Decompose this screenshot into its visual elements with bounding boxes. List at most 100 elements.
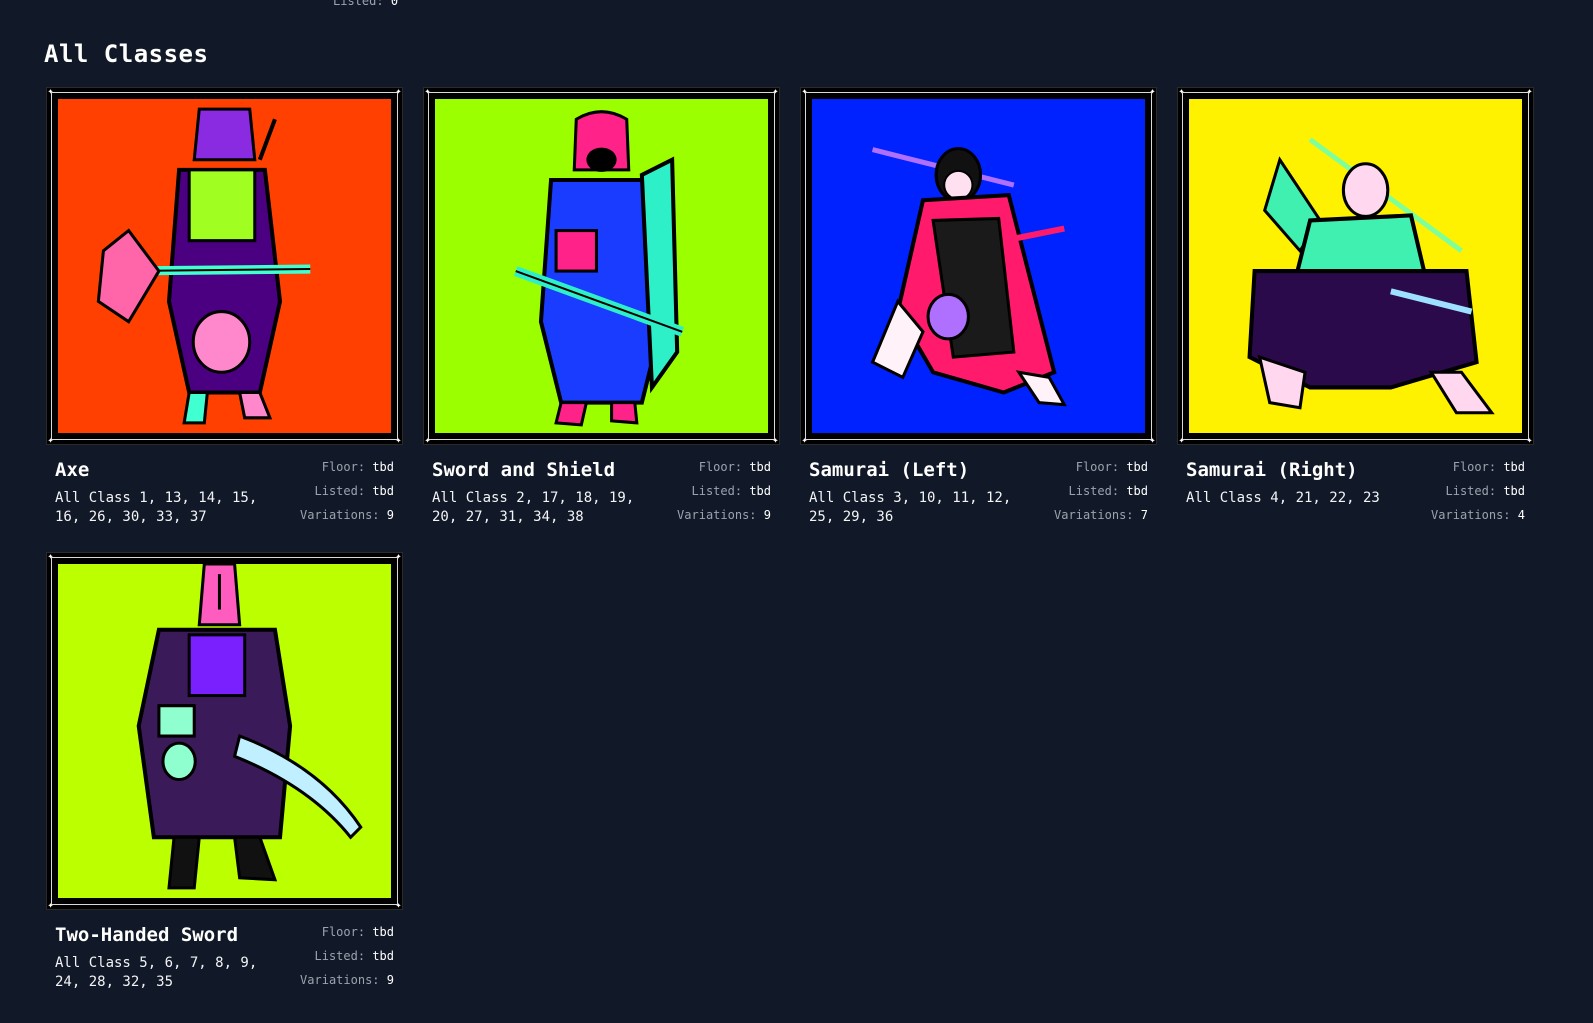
corner-sparkle-icon: ✦ bbox=[424, 435, 431, 446]
corner-sparkle-icon: ✦ bbox=[395, 86, 402, 97]
listed-label: Listed: bbox=[1445, 484, 1497, 498]
samurai-right-art bbox=[1189, 99, 1522, 433]
class-card-axe[interactable]: ✦ ✦ ✦ ✦ Axe All Class 1, 13, 14, 15, 16,… bbox=[46, 87, 403, 552]
corner-sparkle-icon: ✦ bbox=[772, 435, 779, 446]
card-info: Axe All Class 1, 13, 14, 15, 16, 26, 30,… bbox=[46, 445, 403, 545]
corner-sparkle-icon: ✦ bbox=[47, 900, 54, 911]
variations-value: 9 bbox=[386, 973, 394, 987]
corner-sparkle-icon: ✦ bbox=[1149, 435, 1156, 446]
class-card-samurai-left[interactable]: ✦ ✦ ✦ ✦ Samurai (Left) All Class 3, 10, … bbox=[800, 87, 1157, 552]
variations-value: 7 bbox=[1140, 508, 1148, 522]
class-stats: Floor: tbd Listed: tbd Variations: 9 bbox=[677, 455, 771, 527]
floor-label: Floor: bbox=[1452, 460, 1497, 474]
card-frame: ✦ ✦ ✦ ✦ bbox=[46, 551, 403, 911]
corner-sparkle-icon: ✦ bbox=[424, 86, 431, 97]
listed-label: Listed: bbox=[314, 949, 366, 963]
corner-sparkle-icon: ✦ bbox=[1178, 86, 1185, 97]
floor-stat: Floor: tbd bbox=[677, 455, 771, 479]
class-stats: Floor: tbd Listed: tbd Variations: 4 bbox=[1431, 455, 1525, 527]
card-frame: ✦ ✦ ✦ ✦ bbox=[423, 86, 780, 446]
listed-label: Listed: bbox=[314, 484, 366, 498]
samurai-left-art bbox=[812, 99, 1145, 433]
corner-sparkle-icon: ✦ bbox=[47, 86, 54, 97]
class-card-two-handed-sword[interactable]: ✦ ✦ ✦ ✦ Two-Handed Sword All Class 5, 6,… bbox=[46, 552, 403, 1017]
variations-label: Variations: bbox=[300, 508, 380, 522]
listed-stat: Listed: tbd bbox=[1054, 479, 1149, 503]
floor-value: tbd bbox=[372, 925, 394, 939]
variations-label: Variations: bbox=[1054, 508, 1134, 522]
floor-label: Floor: bbox=[321, 925, 366, 939]
floor-stat: Floor: tbd bbox=[300, 455, 394, 479]
floor-label: Floor: bbox=[698, 460, 743, 474]
corner-sparkle-icon: ✦ bbox=[1178, 435, 1185, 446]
class-description: All Class 1, 13, 14, 15, 16, 26, 30, 33,… bbox=[55, 490, 258, 525]
listed-value: tbd bbox=[749, 484, 771, 498]
listed-label: Listed: bbox=[691, 484, 743, 498]
floor-label: Floor: bbox=[321, 460, 366, 474]
variations-stat: Variations: 4 bbox=[1431, 503, 1525, 527]
class-name: Samurai (Left) bbox=[809, 459, 970, 481]
class-name: Sword and Shield bbox=[432, 459, 616, 481]
floor-value: tbd bbox=[1503, 460, 1525, 474]
listed-value: tbd bbox=[1126, 484, 1148, 498]
class-grid: ✦ ✦ ✦ ✦ Axe All Class 1, 13, 14, 15, 16,… bbox=[46, 87, 1534, 1017]
card-frame: ✦ ✦ ✦ ✦ bbox=[1177, 86, 1534, 446]
listed-stat: Listed: tbd bbox=[1431, 479, 1526, 503]
listed-label: Listed: bbox=[1068, 484, 1120, 498]
section-title: All Classes bbox=[44, 40, 209, 68]
variations-value: 9 bbox=[763, 508, 771, 522]
variations-stat: Variations: 9 bbox=[300, 503, 394, 527]
corner-sparkle-icon: ✦ bbox=[801, 86, 808, 97]
variations-stat: Variations: 9 bbox=[300, 968, 394, 992]
corner-sparkle-icon: ✦ bbox=[1526, 435, 1533, 446]
floor-label: Floor: bbox=[1075, 460, 1120, 474]
corner-sparkle-icon: ✦ bbox=[1149, 86, 1156, 97]
floor-value: tbd bbox=[372, 460, 394, 474]
corner-sparkle-icon: ✦ bbox=[1526, 86, 1533, 97]
class-description: All Class 3, 10, 11, 12, 25, 29, 36 bbox=[809, 490, 1012, 525]
class-card-samurai-right[interactable]: ✦ ✦ ✦ ✦ Samurai (Right) All Class 4, 21,… bbox=[1177, 87, 1534, 552]
variations-label: Variations: bbox=[677, 508, 757, 522]
sword-shield-warrior-art bbox=[435, 99, 768, 433]
floor-stat: Floor: tbd bbox=[1431, 455, 1525, 479]
class-name: Samurai (Right) bbox=[1186, 459, 1358, 481]
variations-stat: Variations: 9 bbox=[677, 503, 771, 527]
corner-sparkle-icon: ✦ bbox=[47, 551, 54, 562]
two-handed-sword-warrior-art bbox=[58, 564, 391, 898]
listed-stat: Listed: tbd bbox=[300, 944, 395, 968]
floor-stat: Floor: tbd bbox=[300, 920, 394, 944]
class-stats: Floor: tbd Listed: tbd Variations: 7 bbox=[1054, 455, 1148, 527]
class-stats: Floor: tbd Listed: tbd Variations: 9 bbox=[300, 920, 394, 992]
class-description: All Class 4, 21, 22, 23 bbox=[1186, 490, 1380, 506]
card-info: Sword and Shield All Class 2, 17, 18, 19… bbox=[423, 445, 780, 545]
class-name: Two-Handed Sword bbox=[55, 924, 239, 946]
class-description: All Class 2, 17, 18, 19, 20, 27, 31, 34,… bbox=[432, 490, 635, 525]
card-info: Samurai (Right) All Class 4, 21, 22, 23 … bbox=[1177, 445, 1534, 545]
class-name: Axe bbox=[55, 459, 90, 481]
class-card-sword-and-shield[interactable]: ✦ ✦ ✦ ✦ Sword and Shield All Class 2, 17… bbox=[423, 87, 780, 552]
listed-stat: Listed: tbd bbox=[300, 479, 395, 503]
listed-stat: Listed: tbd bbox=[677, 479, 772, 503]
top-listed-stat: Listed: 0 bbox=[333, 0, 398, 8]
variations-value: 4 bbox=[1517, 508, 1525, 522]
variations-value: 9 bbox=[386, 508, 394, 522]
variations-label: Variations: bbox=[300, 973, 380, 987]
floor-value: tbd bbox=[1126, 460, 1148, 474]
listed-value: tbd bbox=[372, 949, 394, 963]
page: Listed: 0 All Classes ✦ ✦ ✦ ✦ Axe All Cl… bbox=[0, 0, 1593, 1023]
variations-label: Variations: bbox=[1431, 508, 1511, 522]
card-frame: ✦ ✦ ✦ ✦ bbox=[800, 86, 1157, 446]
corner-sparkle-icon: ✦ bbox=[47, 435, 54, 446]
corner-sparkle-icon: ✦ bbox=[395, 551, 402, 562]
card-info: Two-Handed Sword All Class 5, 6, 7, 8, 9… bbox=[46, 910, 403, 1010]
corner-sparkle-icon: ✦ bbox=[395, 900, 402, 911]
listed-value: tbd bbox=[372, 484, 394, 498]
top-listed-value: 0 bbox=[390, 0, 399, 8]
axe-warrior-art bbox=[58, 99, 391, 433]
variations-stat: Variations: 7 bbox=[1054, 503, 1148, 527]
floor-stat: Floor: tbd bbox=[1054, 455, 1148, 479]
corner-sparkle-icon: ✦ bbox=[772, 86, 779, 97]
listed-value: tbd bbox=[1503, 484, 1525, 498]
floor-value: tbd bbox=[749, 460, 771, 474]
class-description: All Class 5, 6, 7, 8, 9, 24, 28, 32, 35 bbox=[55, 955, 258, 990]
